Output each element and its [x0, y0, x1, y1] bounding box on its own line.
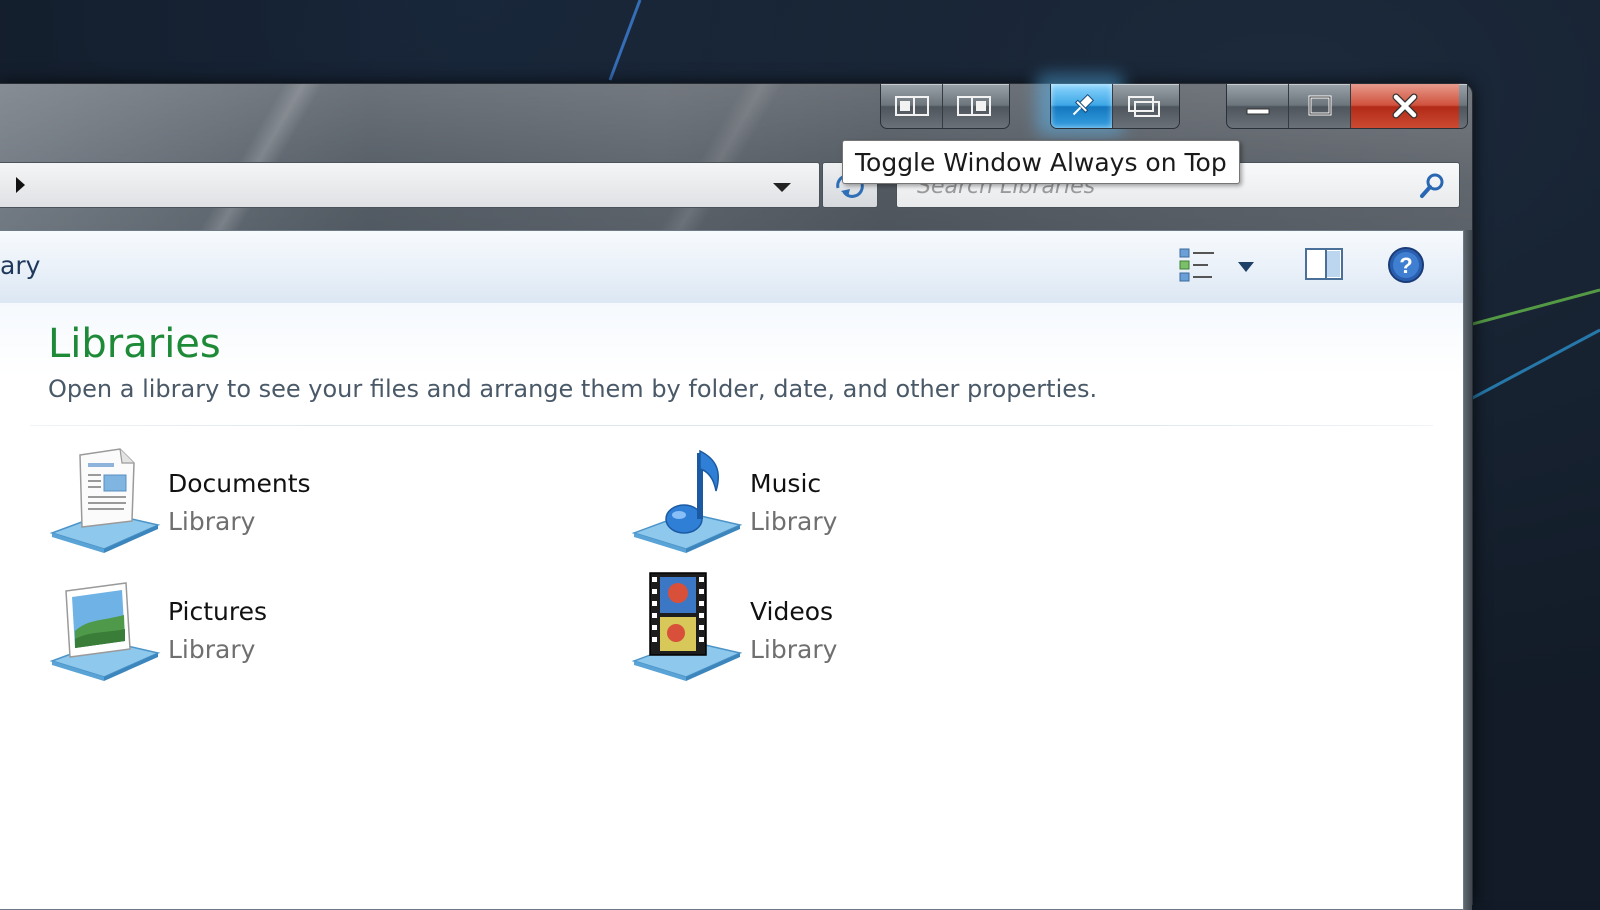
close-button[interactable]	[1351, 84, 1459, 128]
dock-left-icon	[894, 96, 929, 116]
library-name: Videos	[750, 597, 834, 626]
pin-icon	[1072, 93, 1094, 116]
close-icon	[1392, 93, 1418, 119]
cascade-button[interactable]	[1113, 84, 1175, 128]
breadcrumb-arrow-icon[interactable]	[16, 177, 25, 193]
help-icon: ?	[1388, 247, 1424, 283]
search-icon	[1420, 173, 1444, 198]
svg-text:?: ?	[1399, 253, 1412, 278]
library-item-pictures[interactable]: Pictures Library	[46, 569, 526, 681]
dock-right-icon	[957, 96, 991, 116]
command-bar: ary ?	[0, 231, 1463, 304]
library-name: Pictures	[168, 597, 267, 626]
address-history-dropdown-icon[interactable]	[773, 183, 791, 192]
page-subtitle: Open a library to see your files and arr…	[48, 375, 1098, 403]
tooltip: Toggle Window Always on Top	[842, 140, 1240, 184]
help-button[interactable]: ?	[1386, 245, 1426, 289]
library-kind: Library	[168, 507, 256, 536]
change-view-button[interactable]	[1178, 245, 1218, 289]
library-item-music[interactable]: Music Library	[628, 441, 1108, 553]
library-name: Documents	[168, 469, 311, 498]
view-details-icon	[1179, 248, 1214, 282]
view-options-dropdown[interactable]	[1236, 259, 1256, 278]
documents-library-icon	[49, 448, 161, 553]
cascade-icon	[1128, 96, 1160, 117]
minimize-button[interactable]	[1227, 84, 1289, 128]
maximize-button[interactable]	[1289, 84, 1351, 128]
preview-pane-button[interactable]	[1304, 245, 1344, 289]
search-button[interactable]	[1417, 171, 1447, 201]
always-on-top-button[interactable]	[1051, 84, 1113, 128]
title-glare	[196, 84, 324, 234]
minimize-icon	[1246, 108, 1269, 115]
library-name: Music	[750, 469, 822, 498]
library-kind: Library	[168, 635, 256, 664]
page-title: Libraries	[48, 321, 221, 367]
library-kind: Library	[750, 635, 838, 664]
window-tools-group	[1050, 84, 1180, 129]
title-glare	[656, 84, 784, 234]
library-item-videos[interactable]: Videos Library	[628, 569, 1108, 681]
maximize-icon	[1308, 95, 1331, 116]
videos-library-icon	[631, 572, 743, 681]
libraries-pane: Libraries Open a library to see your fil…	[0, 303, 1463, 909]
content-area: ary ? Libraries Open a library to see yo…	[0, 230, 1464, 910]
divider	[30, 425, 1433, 426]
dock-button-group	[880, 84, 1010, 129]
address-bar[interactable]	[0, 162, 820, 208]
window-right-border	[1464, 230, 1472, 910]
music-library-icon	[631, 449, 743, 553]
window-controls-group	[1226, 84, 1468, 129]
command-bar-label[interactable]: ary	[0, 251, 40, 280]
chevron-down-icon	[1238, 262, 1254, 272]
dock-right-button[interactable]	[943, 84, 1005, 128]
preview-pane-icon	[1305, 248, 1343, 280]
pictures-library-icon	[49, 582, 161, 681]
library-item-documents[interactable]: Documents Library	[46, 441, 526, 553]
library-kind: Library	[750, 507, 838, 536]
dock-left-button[interactable]	[881, 84, 943, 128]
